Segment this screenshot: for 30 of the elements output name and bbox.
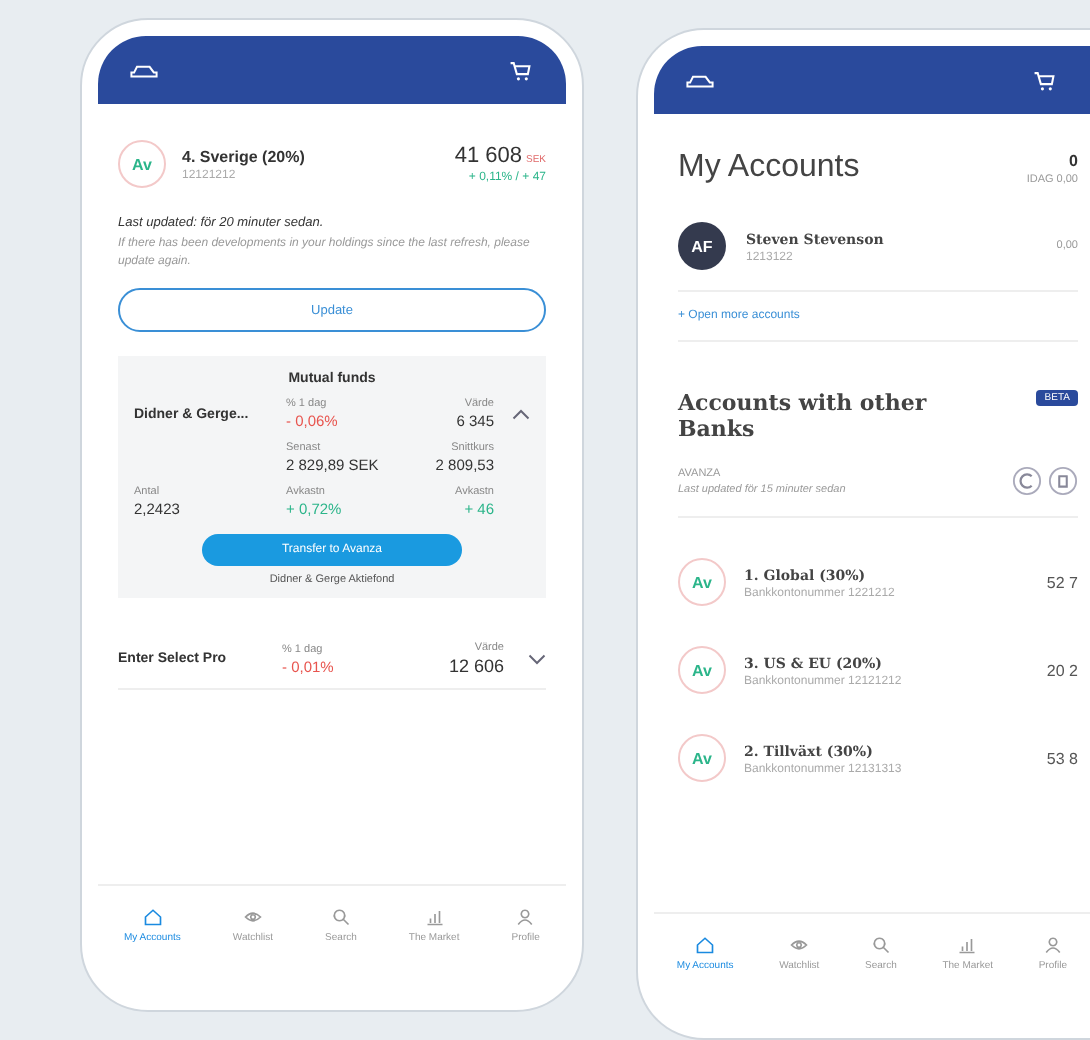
- home-icon: [696, 936, 715, 954]
- chevron-icon[interactable]: [512, 408, 530, 420]
- section-title: Accounts with other Banks: [678, 390, 929, 443]
- cart-icon[interactable]: [1030, 69, 1058, 91]
- eye-icon: [790, 936, 809, 954]
- account-name: 4. Sverige (20%): [182, 147, 305, 165]
- account-value: 53 8: [1046, 749, 1078, 768]
- cart-icon[interactable]: [506, 59, 534, 81]
- chevron-icon[interactable]: [528, 653, 546, 665]
- search-icon: [331, 908, 350, 926]
- account-value: 52 7: [1046, 573, 1078, 592]
- cell-value: 12 606: [448, 656, 504, 676]
- account-avatar: Av: [118, 140, 166, 188]
- total-value: 0: [1069, 151, 1078, 169]
- refresh-icon[interactable]: [1012, 466, 1042, 497]
- account-value: 20 2: [1046, 661, 1078, 680]
- person-icon: [1043, 936, 1062, 954]
- eye-icon: [243, 908, 262, 926]
- home-icon: [143, 908, 162, 926]
- account-avatar: Av: [678, 646, 726, 695]
- page-title: My Accounts: [678, 150, 860, 186]
- bar-chart-icon: [425, 908, 444, 926]
- person-icon: [516, 908, 535, 926]
- search-icon: [871, 936, 890, 954]
- account-avatar: Av: [678, 558, 726, 607]
- bar-chart-icon: [958, 936, 977, 954]
- delete-icon[interactable]: [1048, 466, 1078, 497]
- account-value: 41 608: [454, 144, 522, 168]
- user-avatar: AF: [678, 222, 726, 270]
- account-avatar: Av: [678, 734, 726, 783]
